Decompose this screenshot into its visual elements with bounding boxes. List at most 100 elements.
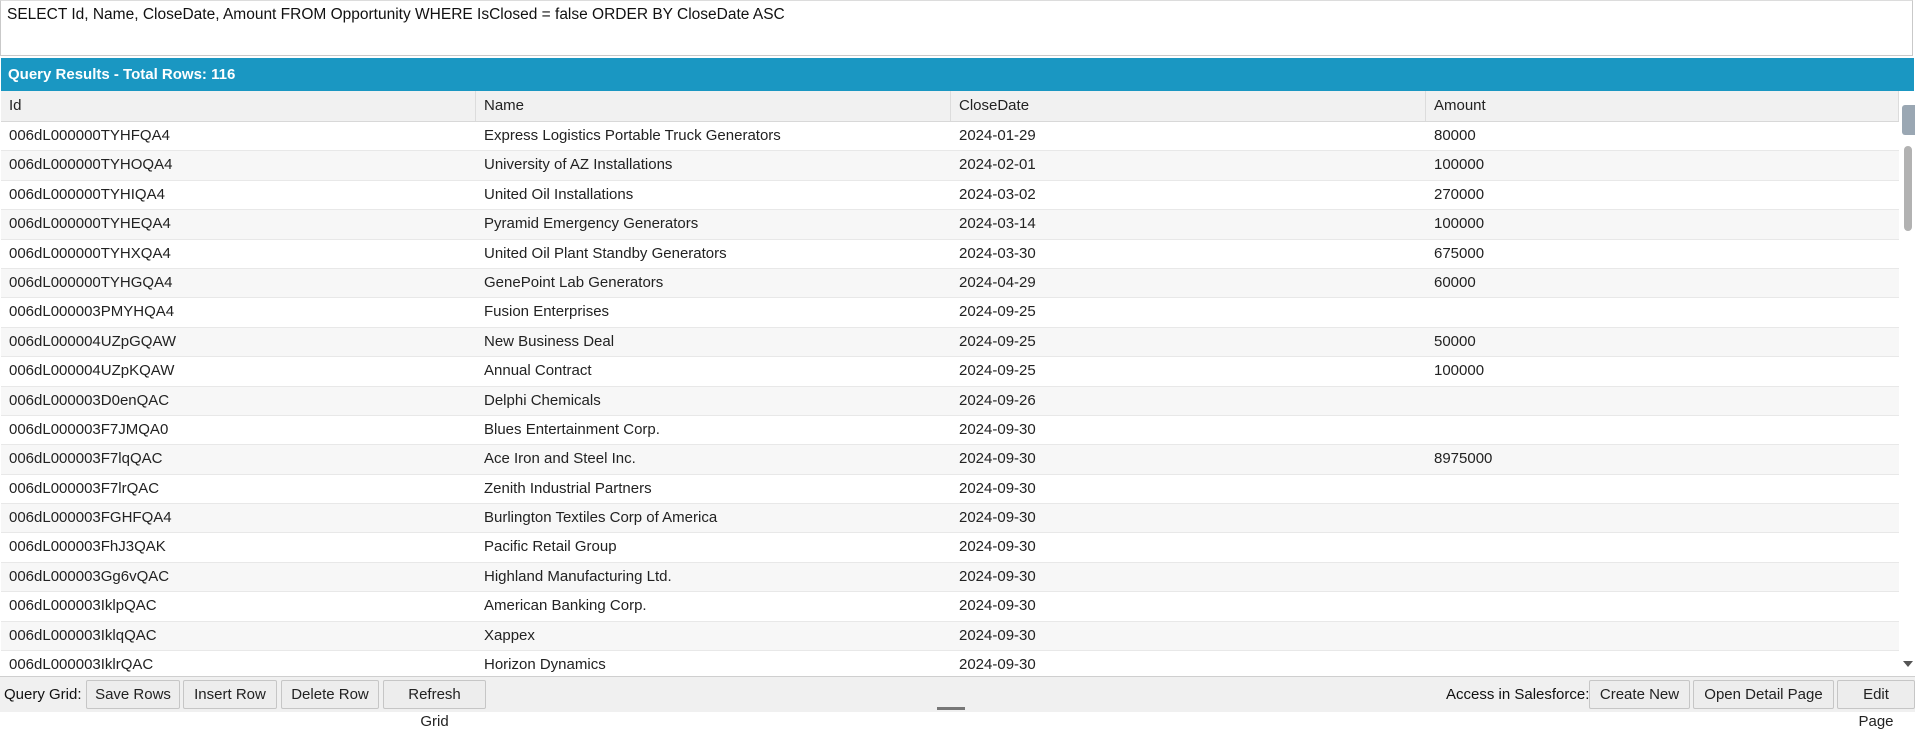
cell-id[interactable]: 006dL000000TYHGQA4 (1, 269, 476, 297)
cell-id[interactable]: 006dL000003D0enQAC (1, 387, 476, 415)
cell-id[interactable]: 006dL000004UZpGQAW (1, 328, 476, 356)
insert-row-button[interactable]: Insert Row (183, 680, 277, 709)
cell-closedate[interactable]: 2024-03-30 (951, 240, 1426, 268)
cell-name[interactable]: American Banking Corp. (476, 592, 951, 620)
cell-id[interactable]: 006dL000003F7lqQAC (1, 445, 476, 473)
results-grid[interactable]: Id Name CloseDate Amount 006dL000000TYHF… (1, 91, 1899, 675)
cell-amount[interactable]: 100000 (1426, 210, 1899, 238)
table-row[interactable]: 006dL000003F7JMQA0 Blues Entertainment Co… (1, 416, 1899, 446)
table-row[interactable]: 006dL000000TYHIQA4 United Oil Installatio… (1, 181, 1899, 211)
cell-id[interactable]: 006dL000003PMYHQA4 (1, 298, 476, 326)
table-row[interactable]: 006dL000000TYHFQA4 Express Logistics Port… (1, 122, 1899, 152)
cell-name[interactable]: Express Logistics Portable Truck Generat… (476, 122, 951, 150)
cell-closedate[interactable]: 2024-09-30 (951, 651, 1426, 675)
cell-closedate[interactable]: 2024-09-25 (951, 357, 1426, 385)
cell-closedate[interactable]: 2024-09-30 (951, 445, 1426, 473)
cell-amount[interactable] (1426, 504, 1899, 532)
column-header-amount[interactable]: Amount (1426, 91, 1899, 121)
cell-amount[interactable] (1426, 563, 1899, 591)
cell-id[interactable]: 006dL000003IklqQAC (1, 622, 476, 650)
cell-closedate[interactable]: 2024-03-02 (951, 181, 1426, 209)
grid-vertical-scrollbar[interactable] (1900, 91, 1915, 675)
table-row[interactable]: 006dL000003IklqQAC Xappex 2024-09-30 (1, 621, 1899, 652)
column-header-id[interactable]: Id (1, 91, 476, 121)
cell-closedate[interactable]: 2024-09-30 (951, 416, 1426, 444)
cell-closedate[interactable]: 2024-09-25 (951, 328, 1426, 356)
create-new-button[interactable]: Create New (1589, 680, 1690, 709)
cell-name[interactable]: Annual Contract (476, 357, 951, 385)
cell-amount[interactable]: 8975000 (1426, 445, 1899, 473)
cell-closedate[interactable]: 2024-09-30 (951, 475, 1426, 503)
cell-name[interactable]: Ace Iron and Steel Inc. (476, 445, 951, 473)
cell-amount[interactable] (1426, 298, 1899, 326)
cell-closedate[interactable]: 2024-09-30 (951, 504, 1426, 532)
cell-amount[interactable]: 60000 (1426, 269, 1899, 297)
cell-name[interactable]: New Business Deal (476, 328, 951, 356)
cell-closedate[interactable]: 2024-09-25 (951, 298, 1426, 326)
cell-closedate[interactable]: 2024-09-30 (951, 533, 1426, 561)
table-row[interactable]: 006dL000003IklrQAC Horizon Dynamics 2024-0… (1, 651, 1899, 675)
cell-name[interactable]: United Oil Plant Standby Generators (476, 240, 951, 268)
cell-closedate[interactable]: 2024-01-29 (951, 122, 1426, 150)
cell-amount[interactable] (1426, 533, 1899, 561)
table-row[interactable]: 006dL000000TYHOQA4 University of AZ Insta… (1, 151, 1899, 181)
cell-closedate[interactable]: 2024-09-30 (951, 563, 1426, 591)
delete-row-button[interactable]: Delete Row (281, 680, 379, 709)
table-row[interactable]: 006dL000003F7lrQAC Zenith Industrial Part… (1, 475, 1899, 505)
cell-id[interactable]: 006dL000003FhJ3QAK (1, 533, 476, 561)
table-row[interactable]: 006dL000003IklpQAC American Banking Corp.… (1, 592, 1899, 622)
column-header-closedate[interactable]: CloseDate (951, 91, 1426, 121)
cell-amount[interactable] (1426, 416, 1899, 444)
cell-amount[interactable]: 50000 (1426, 328, 1899, 356)
cell-id[interactable]: 006dL000004UZpKQAW (1, 357, 476, 385)
open-detail-page-button[interactable]: Open Detail Page (1693, 680, 1834, 709)
soql-query-editor[interactable]: SELECT Id, Name, CloseDate, Amount FROM … (0, 0, 1913, 56)
cell-id[interactable]: 006dL000003F7lrQAC (1, 475, 476, 503)
table-row[interactable]: 006dL000003FGHFQA4 Burlington Textiles Co… (1, 504, 1899, 534)
cell-name[interactable]: Zenith Industrial Partners (476, 475, 951, 503)
column-header-name[interactable]: Name (476, 91, 951, 121)
cell-amount[interactable]: 80000 (1426, 122, 1899, 150)
cell-id[interactable]: 006dL000003IklpQAC (1, 592, 476, 620)
cell-name[interactable]: United Oil Installations (476, 181, 951, 209)
table-row[interactable]: 006dL000004UZpGQAW New Business Deal 2024-… (1, 327, 1899, 358)
cell-id[interactable]: 006dL000000TYHOQA4 (1, 151, 476, 179)
resize-grip[interactable] (937, 707, 965, 710)
cell-name[interactable]: Highland Manufacturing Ltd. (476, 563, 951, 591)
save-rows-button[interactable]: Save Rows (86, 680, 180, 709)
cell-amount[interactable] (1426, 592, 1899, 620)
cell-name[interactable]: Xappex (476, 622, 951, 650)
refresh-grid-button[interactable]: Refresh Grid (383, 680, 486, 730)
cell-closedate[interactable]: 2024-02-01 (951, 151, 1426, 179)
table-row[interactable]: 006dL000004UZpKQAW Annual Contract 2024-09… (1, 357, 1899, 387)
table-row[interactable]: 006dL000003Gg6vQAC Highland Manufacturing… (1, 562, 1899, 593)
table-row[interactable]: 006dL000003PMYHQA4 Fusion Enterprises 2024… (1, 298, 1899, 328)
table-row[interactable]: 006dL000000TYHXQA4 United Oil Plant Stand… (1, 240, 1899, 269)
scrollbar-thumb[interactable] (1904, 146, 1912, 231)
cell-name[interactable]: Blues Entertainment Corp. (476, 416, 951, 444)
cell-id[interactable]: 006dL000000TYHIQA4 (1, 181, 476, 209)
table-row[interactable]: 006dL000003F7lqQAC Ace Iron and Steel Inc… (1, 445, 1899, 475)
cell-name[interactable]: Fusion Enterprises (476, 298, 951, 326)
cell-id[interactable]: 006dL000000TYHXQA4 (1, 240, 476, 268)
cell-closedate[interactable]: 2024-09-30 (951, 622, 1426, 650)
cell-closedate[interactable]: 2024-03-14 (951, 210, 1426, 238)
cell-name[interactable]: Delphi Chemicals (476, 387, 951, 415)
edit-page-button[interactable]: Edit Page (1837, 680, 1915, 730)
cell-name[interactable]: Horizon Dynamics (476, 651, 951, 675)
cell-name[interactable]: GenePoint Lab Generators (476, 269, 951, 297)
cell-amount[interactable] (1426, 651, 1899, 675)
table-row[interactable]: 006dL000003D0enQAC Delphi Chemicals 2024-0… (1, 386, 1899, 416)
cell-amount[interactable] (1426, 622, 1899, 650)
scroll-up-arrow-icon[interactable] (1902, 105, 1915, 135)
table-row[interactable]: 006dL000000TYHGQA4 GenePoint Lab Generato… (1, 268, 1899, 299)
cell-amount[interactable]: 100000 (1426, 357, 1899, 385)
cell-closedate[interactable]: 2024-04-29 (951, 269, 1426, 297)
cell-name[interactable]: Pacific Retail Group (476, 533, 951, 561)
cell-name[interactable]: Burlington Textiles Corp of America (476, 504, 951, 532)
cell-id[interactable]: 006dL000003F7JMQA0 (1, 416, 476, 444)
cell-closedate[interactable]: 2024-09-26 (951, 387, 1426, 415)
cell-id[interactable]: 006dL000003IklrQAC (1, 651, 476, 675)
cell-id[interactable]: 006dL000003FGHFQA4 (1, 504, 476, 532)
cell-id[interactable]: 006dL000003Gg6vQAC (1, 563, 476, 591)
